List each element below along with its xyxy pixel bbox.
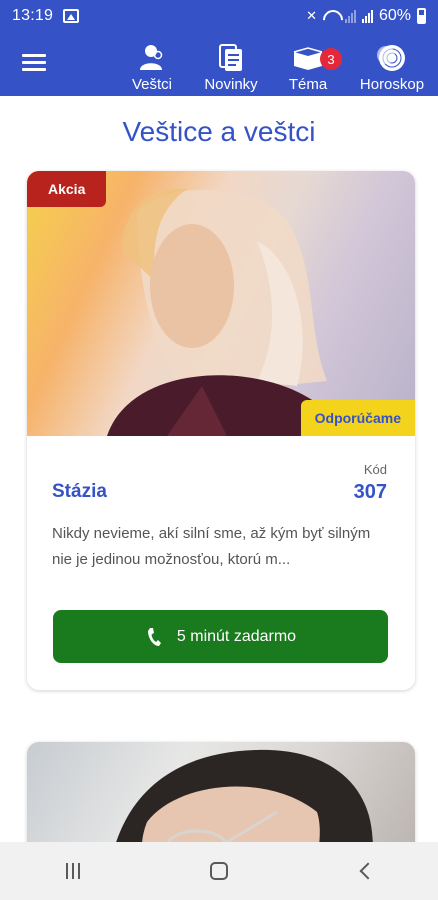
status-bar: 13:19 ✕ 60% [0,0,438,32]
nav-label: Novinky [204,76,258,93]
status-time: 13:19 [12,7,54,24]
advisor-description: Nikdy nevieme, akí silní sme, až kým byť… [52,525,371,568]
system-nav-bar [0,842,438,900]
nav-label: Veštci [131,76,173,93]
people-icon [140,45,163,70]
battery-percent: 60% [378,7,411,24]
signal-icon [344,9,356,23]
nav-label: Horoskop [359,76,425,93]
hamburger-icon[interactable] [22,54,46,72]
battery-icon [417,8,426,24]
advisor-name[interactable]: Stázia [52,481,107,503]
nav-vestci[interactable]: Veštci [126,32,178,96]
news-icon [219,44,242,71]
back-button[interactable] [345,856,385,886]
phone-icon [147,627,161,646]
wifi-icon [323,10,339,22]
portrait-illustration [107,188,347,436]
back-icon [359,862,377,880]
nav-label: Téma [288,76,328,93]
signal-icon [361,9,373,23]
status-icons: ✕ 60% [306,7,426,25]
sale-tag: Akcia [27,171,107,207]
cta-label: 5 minút zadarmo [176,627,297,645]
home-button[interactable] [199,856,239,886]
advisor-code: 307 [353,481,387,503]
nav-novinky[interactable]: Novinky [198,32,264,96]
code-label: Kód [363,462,387,477]
gallery-icon [63,9,80,23]
mute-icon: ✕ [306,8,317,23]
nav-horoskop[interactable]: Horoskop [352,32,432,96]
free-minutes-button[interactable]: 5 minút zadarmo [53,610,388,663]
notification-badge: 3 [320,48,342,70]
advisor-card[interactable]: Akcia Odporúčame Kód Stázia 307 Nikdy ne… [27,171,415,690]
advisor-photo: Akcia Odporúčame [27,171,415,436]
recommended-tag: Odporúčame [300,400,415,436]
home-icon [210,862,228,880]
zodiac-icon [377,45,405,71]
recents-icon[interactable] [53,856,93,886]
page-title: Veštice a veštci [122,116,316,147]
app-bar: Veštci Novinky Téma 3 Horoskop [0,32,438,96]
